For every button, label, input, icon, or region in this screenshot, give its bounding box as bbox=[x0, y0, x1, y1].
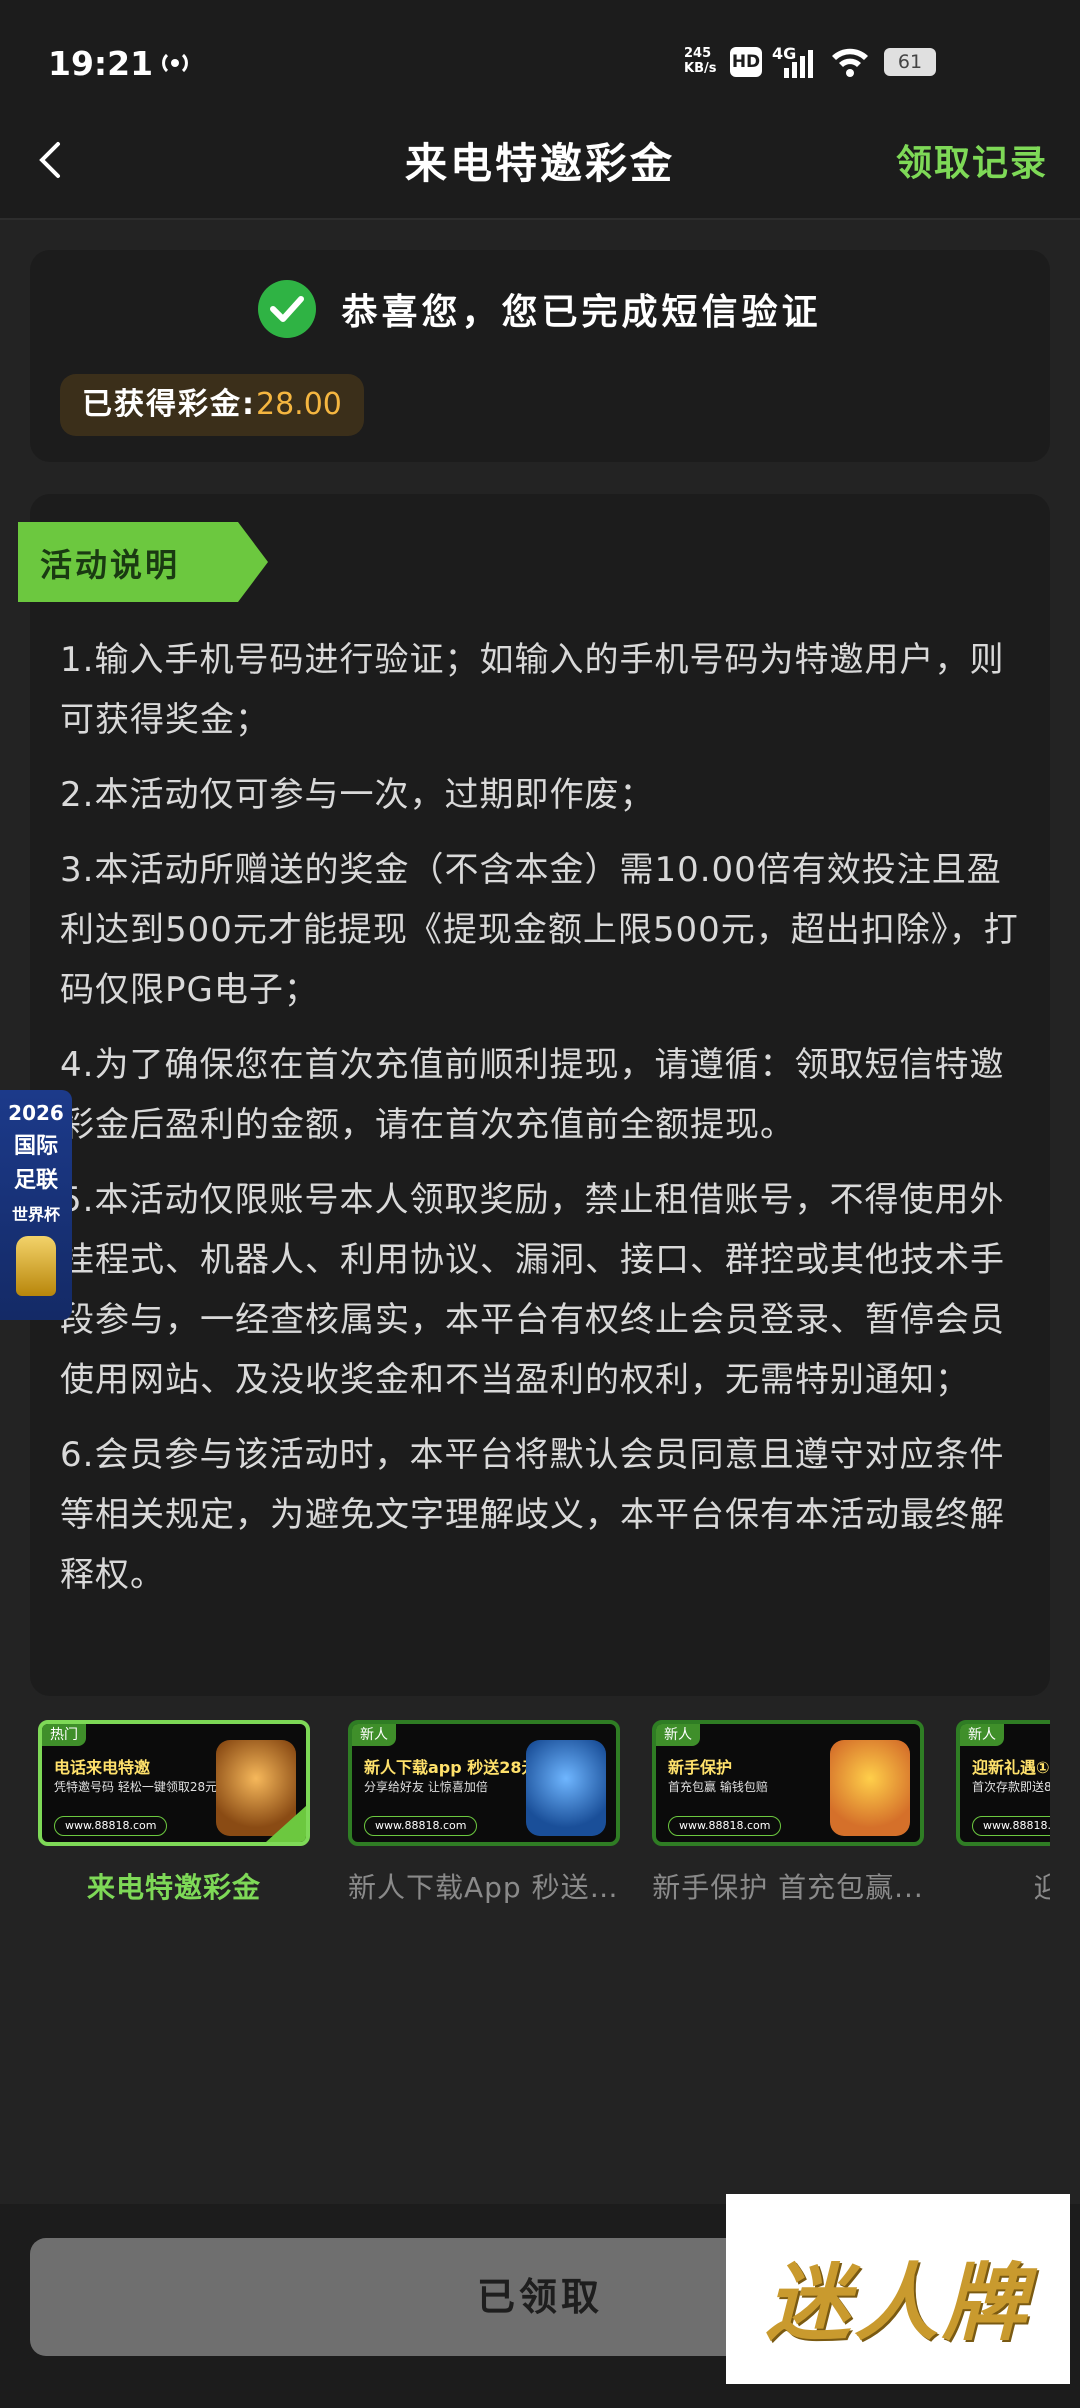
success-line: 恭喜您，您已完成短信验证 bbox=[30, 280, 1050, 344]
watermark-text: 迷人牌 bbox=[765, 2254, 1030, 2352]
promo-caption: 来电特邀彩金 bbox=[86, 1871, 261, 1904]
rule-item: 4.为了确保您在首次充值前顺利提现，请遵循：领取短信特邀彩金后盈利的金额，请在首… bbox=[60, 1045, 1005, 1145]
verification-success-card: 恭喜您，您已完成短信验证 已获得彩金:28.00 bbox=[30, 250, 1050, 462]
rules-list: 1.输入手机号码进行验证；如输入的手机号码为特邀用户，则可获得奖金； 2.本活动… bbox=[60, 630, 1035, 1620]
promo-sub: 首充包赢 输钱包赔 bbox=[668, 1780, 768, 1794]
promo-badge: 新人 bbox=[960, 1724, 1004, 1746]
badge-line1: 国际 bbox=[13, 1134, 58, 1159]
promo-item[interactable]: 新人 新手保护 首充包赢 输钱包赔 www.88818.com 新手保护 首充包… bbox=[652, 1720, 924, 1906]
promo-item[interactable]: 热门 电话来电特邀 凭特邀号码 轻松一键领取28元 www.88818.com … bbox=[38, 1720, 310, 1906]
promo-url: www.88818.co bbox=[972, 1816, 1050, 1836]
promo-item[interactable]: 新人 迎新礼遇① 首次存款即送88 www.88818.co 迎新礼... bbox=[956, 1720, 1050, 1906]
rules-tag: 活动说明 bbox=[18, 522, 268, 602]
promo-banner: 热门 电话来电特邀 凭特邀号码 轻松一键领取28元 www.88818.com bbox=[38, 1720, 310, 1846]
promo-sub: 首次存款即送88 bbox=[972, 1780, 1050, 1794]
world-cup-float-badge[interactable]: 2026 国际 足联 世界杯 bbox=[0, 1090, 72, 1320]
rule-item: 2.本活动仅可参与一次，过期即作废； bbox=[60, 775, 655, 815]
promo-item[interactable]: 新人 新人下载app 秒送28元 分享给好友 让惊喜加倍 www.88818.c… bbox=[348, 1720, 620, 1906]
status-time: 19:21 bbox=[48, 44, 154, 83]
promo-sub: 凭特邀号码 轻松一键领取28元 bbox=[54, 1780, 218, 1794]
battery-level: 61 bbox=[897, 51, 923, 73]
promo-hostess-image bbox=[216, 1740, 296, 1836]
promo-url: www.88818.com bbox=[54, 1816, 168, 1836]
promo-badge: 新人 bbox=[352, 1724, 396, 1746]
promo-url: www.88818.com bbox=[364, 1816, 478, 1836]
badge-line3: 世界杯 bbox=[11, 1205, 60, 1224]
badge-year: 2026 bbox=[8, 1101, 64, 1125]
promo-headline: 新人下载app 秒送28元 bbox=[364, 1758, 538, 1777]
rule-item: 1.输入手机号码进行验证；如输入的手机号码为特邀用户，则可获得奖金； bbox=[60, 640, 1005, 740]
promo-banner: 新人 新手保护 首充包赢 输钱包赔 www.88818.com bbox=[652, 1720, 924, 1846]
promo-badge: 热门 bbox=[42, 1724, 86, 1746]
promo-headline: 电话来电特邀 bbox=[54, 1758, 151, 1777]
rules-tag-label: 活动说明 bbox=[40, 546, 181, 584]
promo-caption: 新人下载App 秒送2... bbox=[348, 1871, 620, 1904]
shield-star-icon bbox=[830, 1740, 910, 1836]
promo-headline: 迎新礼遇① bbox=[972, 1758, 1050, 1777]
promo-caption: 新手保护 首充包赢... bbox=[652, 1871, 924, 1904]
trophy-icon bbox=[16, 1236, 56, 1296]
promo-badge: 新人 bbox=[656, 1724, 700, 1746]
promo-sub: 分享给好友 让惊喜加倍 bbox=[364, 1780, 488, 1794]
promo-banner: 新人 新人下载app 秒送28元 分享给好友 让惊喜加倍 www.88818.c… bbox=[348, 1720, 620, 1846]
check-circle-icon bbox=[258, 280, 317, 338]
rule-item: 6.会员参与该活动时，本平台将默认会员同意且遵守对应条件等相关规定，为避免文字理… bbox=[60, 1435, 1005, 1595]
claim-history-link[interactable]: 领取记录 bbox=[896, 134, 1048, 186]
watermark-logo: 迷人牌 bbox=[726, 2194, 1070, 2384]
promo-caption: 迎新礼... bbox=[956, 1866, 1050, 1906]
phone-coins-icon bbox=[526, 1740, 606, 1836]
rule-item: 3.本活动所赠送的奖金（不含本金）需10.00倍有效投注且盈利达到500元才能提… bbox=[60, 850, 1019, 1010]
reward-label: 已获得彩金: bbox=[82, 387, 256, 422]
reward-pill: 已获得彩金:28.00 bbox=[60, 374, 364, 436]
promo-banner: 新人 迎新礼遇① 首次存款即送88 www.88818.co bbox=[956, 1720, 1050, 1846]
app-header: 来电特邀彩金 领取记录 bbox=[0, 100, 1080, 220]
battery-icon: 61 bbox=[884, 48, 936, 76]
badge-line2: 足联 bbox=[13, 1168, 58, 1193]
activity-rules-card: 活动说明 1.输入手机号码进行验证；如输入的手机号码为特邀用户，则可获得奖金； … bbox=[18, 494, 1050, 1696]
promotions-strip: 热门 电话来电特邀 凭特邀号码 轻松一键领取28元 www.88818.com … bbox=[38, 1720, 1050, 1920]
cast-icon bbox=[158, 46, 192, 84]
wifi-icon bbox=[830, 46, 870, 82]
net-speed: 245 KB/s bbox=[684, 46, 717, 76]
hd-icon: HD bbox=[730, 47, 762, 77]
promo-headline: 新手保护 bbox=[668, 1758, 733, 1777]
rule-item: 5.本活动仅限账号本人领取奖励，禁止租借账号，不得使用外挂程式、机器人、利用协议… bbox=[60, 1180, 1005, 1400]
reward-value: 28.00 bbox=[256, 387, 342, 422]
promo-url: www.88818.com bbox=[668, 1816, 782, 1836]
success-message: 恭喜您，您已完成短信验证 bbox=[341, 292, 822, 333]
